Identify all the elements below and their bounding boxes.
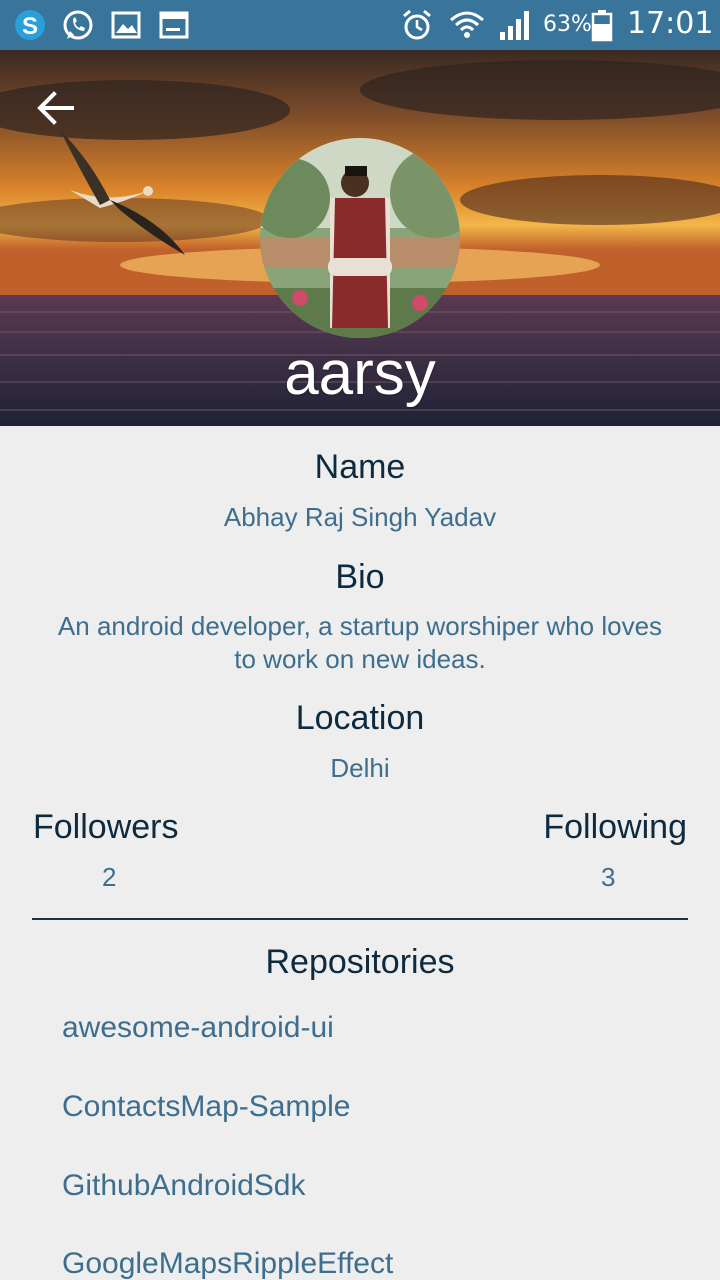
repositories-title: Repositories — [265, 943, 455, 981]
clock: 17:01 — [627, 6, 714, 41]
alarm-icon — [403, 9, 431, 40]
terminal-icon — [159, 11, 189, 39]
wifi-icon — [450, 11, 484, 38]
signal-icon — [500, 11, 529, 40]
gallery-icon — [111, 11, 141, 39]
whatsapp-icon — [63, 10, 93, 40]
repository-item[interactable]: ContactsMap-Sample — [62, 1090, 350, 1124]
avatar — [260, 138, 460, 338]
following-count: 3 — [601, 862, 616, 892]
back-arrow-icon[interactable] — [30, 82, 82, 134]
status-bar: S 63% 17:01 — [0, 0, 720, 50]
location-label: Location — [295, 699, 425, 737]
location-value: Delhi — [330, 753, 390, 783]
following-label: Following — [543, 808, 687, 846]
username: aarsy — [284, 339, 436, 408]
divider — [32, 918, 688, 920]
name-label: Name — [314, 448, 406, 486]
battery-icon — [591, 10, 613, 42]
name-value: Abhay Raj Singh Yadav — [223, 502, 497, 532]
repository-item[interactable]: awesome-android-ui — [62, 1011, 334, 1045]
profile-header: aarsy — [0, 50, 720, 426]
followers-label: Followers — [33, 808, 179, 846]
skype-icon: S — [15, 10, 45, 40]
svg-text:S: S — [22, 13, 38, 40]
bio-value: An android developer, a startup worshipe… — [57, 611, 663, 674]
repository-item[interactable]: GithubAndroidSdk — [62, 1169, 306, 1203]
repository-item[interactable]: GoogleMapsRippleEffect — [62, 1247, 393, 1280]
battery-percent: 63% — [543, 12, 592, 37]
bio-label: Bio — [335, 558, 385, 596]
followers-count: 2 — [102, 862, 117, 892]
